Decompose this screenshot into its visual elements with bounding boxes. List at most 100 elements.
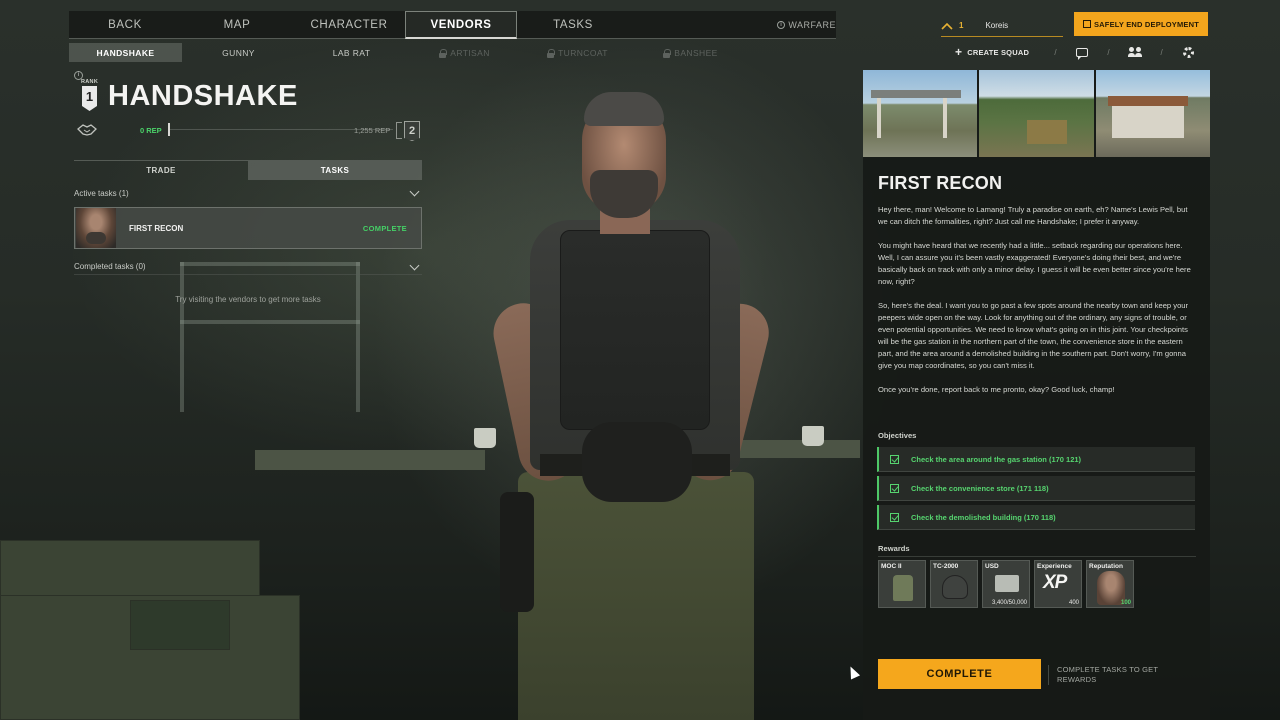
objective-text: Check the area around the gas station (1… [911, 454, 1082, 464]
rank-bracket [396, 122, 402, 139]
complete-task-button[interactable]: COMPLETE [878, 659, 1041, 689]
location-thumbnail[interactable] [979, 70, 1094, 157]
friends-button[interactable] [1114, 47, 1156, 57]
lock-icon [439, 48, 448, 58]
reward-item[interactable]: Experience XP 400 [1034, 560, 1082, 608]
create-squad-button[interactable]: + CREATE SQUAD [955, 45, 1050, 59]
crate [130, 600, 230, 650]
reward-item[interactable]: USD 3,400/50,000 [982, 560, 1030, 608]
end-deployment-label: SAFELY END DEPLOYMENT [1093, 19, 1200, 29]
shelf [180, 320, 360, 324]
player-name: Koreis [985, 21, 1009, 30]
reward-item[interactable]: TC-2000 [930, 560, 978, 608]
vendor-tab-label: LAB RAT [332, 47, 371, 58]
exit-icon [1082, 20, 1091, 28]
reward-item[interactable]: Reputation 100 [1086, 560, 1134, 608]
armor-vest-icon [893, 575, 913, 601]
objective-text: Check the demolished building (170 118) [911, 512, 1056, 522]
cash-icon [995, 575, 1019, 592]
main-nav: BACK MAP CHARACTER VENDORS TASKS i WARFA… [69, 11, 836, 39]
vendor-tab-label: GUNNY [222, 47, 255, 58]
end-deployment-button[interactable]: SAFELY END DEPLOYMENT [1074, 12, 1208, 36]
shelf-post [180, 262, 184, 412]
vendor-tab-label: ARTISAN [450, 47, 490, 58]
task-status: COMPLETE [362, 223, 407, 233]
plus-icon: + [955, 45, 963, 59]
reward-name: Experience [1037, 563, 1072, 570]
mode-label: WARFARE [788, 19, 836, 30]
chat-icon [1076, 47, 1088, 60]
reward-value: 100 [1120, 600, 1131, 606]
character-hair [584, 92, 664, 126]
character-legs [518, 472, 754, 720]
nav-map[interactable]: MAP [181, 11, 293, 39]
rewards-header: Rewards [878, 544, 1196, 557]
reward-value: 3,400/50,000 [991, 600, 1027, 606]
rank-label: RANK [81, 79, 99, 85]
nav-vendors[interactable]: VENDORS [405, 11, 517, 39]
thumbnail-roof [1107, 96, 1188, 106]
nav-back[interactable]: BACK [69, 11, 181, 39]
character-gloves [582, 422, 692, 502]
task-location-thumbnails [863, 70, 1210, 157]
player-level: 1 [959, 21, 964, 30]
description-paragraph: So, here's the deal. I want you to go pa… [878, 301, 1189, 370]
mug [474, 428, 496, 448]
objective-item: Check the demolished building (170 118) [877, 505, 1195, 530]
description-paragraph: You might have heard that we recently ha… [878, 241, 1191, 286]
vendor-tab-handshake[interactable]: HANDSHAKE [69, 43, 182, 62]
tab-tasks[interactable]: TASKS [248, 161, 422, 180]
vendor-tab-banshee[interactable]: BANSHEE [634, 43, 747, 62]
thumbnail-building [1111, 106, 1184, 138]
complete-note: COMPLETE TASKS TO GET REWARDS [1048, 665, 1178, 685]
checkmark-icon [890, 512, 899, 522]
reward-item[interactable]: MOC II [878, 560, 926, 608]
rank-badge: 1 [82, 86, 97, 111]
squad-player[interactable]: 1 Koreis [941, 15, 1063, 37]
separator: / [1054, 47, 1057, 57]
task-description: Hey there, man! Welcome to Lamang! Truly… [878, 204, 1196, 408]
vendor-tab-label: TURNCOAT [558, 47, 608, 58]
vendor-tab-lab-rat[interactable]: LAB RAT [295, 43, 408, 62]
objective-item: Check the area around the gas station (1… [877, 447, 1195, 472]
task-row[interactable]: FIRST RECON COMPLETE [74, 207, 422, 249]
objectives-list: Check the area around the gas station (1… [877, 447, 1195, 534]
nav-character[interactable]: CHARACTER [293, 11, 405, 39]
separator: / [1107, 47, 1110, 57]
vendor-tab-gunny[interactable]: GUNNY [182, 43, 295, 62]
vendor-tab-turncoat[interactable]: TURNCOAT [521, 43, 634, 62]
objective-text: Check the convenience store (171 118) [911, 483, 1049, 493]
tab-trade[interactable]: TRADE [74, 161, 248, 180]
description-paragraph: Once you're done, report back to me pron… [878, 385, 1115, 394]
active-tasks-header[interactable]: Active tasks (1) [74, 186, 422, 200]
settings-button[interactable] [1167, 46, 1209, 58]
chat-button[interactable] [1061, 47, 1103, 60]
task-title: FIRST RECON [878, 173, 1003, 193]
description-paragraph: Hey there, man! Welcome to Lamang! Truly… [878, 205, 1188, 226]
shelf-post [356, 262, 360, 412]
nav-tasks[interactable]: TASKS [517, 11, 629, 39]
social-toolbar: + CREATE SQUAD / / / [955, 43, 1209, 61]
vendor-portrait [76, 208, 116, 248]
separator: / [1160, 47, 1163, 57]
completed-tasks-title: Completed tasks (0) [74, 262, 146, 271]
chevron-down-icon [409, 260, 420, 270]
vendor-tab-artisan[interactable]: ARTISAN [408, 43, 521, 62]
reward-name: TC-2000 [933, 563, 959, 570]
xp-icon: XP [1043, 572, 1067, 593]
completed-tasks-header[interactable]: Completed tasks (0) [74, 259, 422, 275]
location-thumbnail[interactable] [863, 70, 978, 157]
thumbnail-pillar [877, 98, 881, 138]
active-tasks-title: Active tasks (1) [74, 188, 129, 198]
location-thumbnail[interactable] [1095, 70, 1210, 157]
objectives-header: Objectives [878, 431, 917, 440]
reputation-marker [168, 123, 170, 136]
chevron-down-icon [409, 186, 420, 197]
next-rank-badge: 2 [404, 121, 420, 141]
vendor-tab-label: BANSHEE [674, 47, 718, 58]
mode-indicator[interactable]: i WARFARE [777, 11, 836, 38]
vendor-tab-label: HANDSHAKE [96, 47, 155, 58]
thumbnail-roof [871, 90, 961, 98]
rank-chevron-icon [941, 22, 953, 30]
